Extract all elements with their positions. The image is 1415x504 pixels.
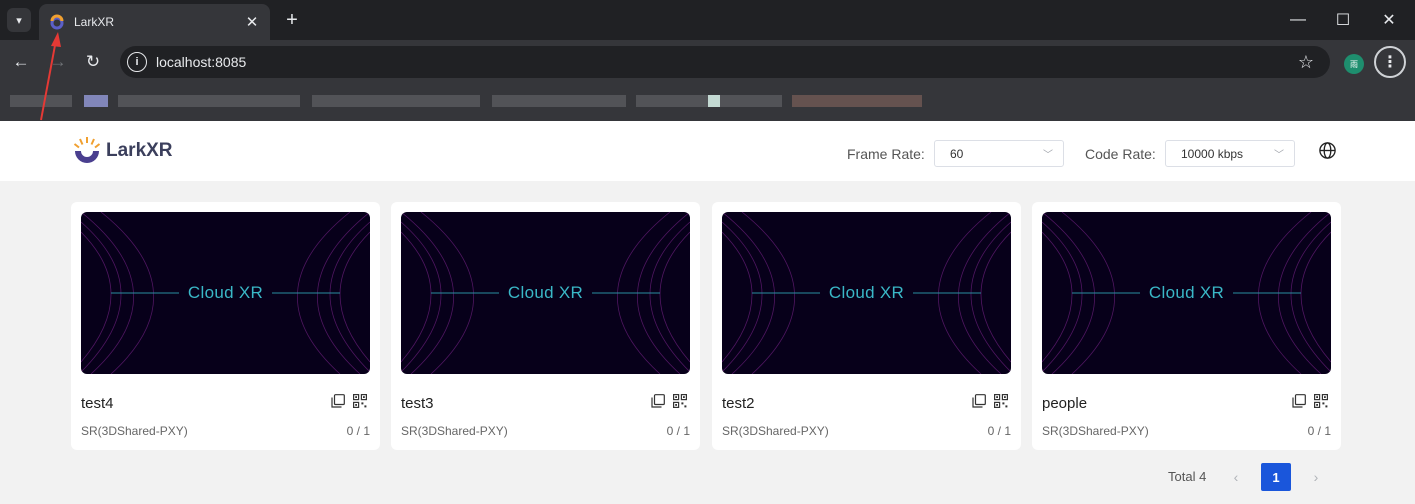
app-card[interactable]: Cloud XR test3 SR(3DShared-PXY) 0 / 1 (391, 202, 700, 450)
browser-tabstrip: ▾ LarkXR ✕ + — ☐ ✕ (0, 0, 1415, 40)
app-thumbnail[interactable]: Cloud XR (1042, 212, 1331, 374)
larkxr-favicon-icon (50, 14, 64, 30)
frame-rate-select[interactable]: 60 ﹀ (934, 140, 1064, 167)
bookmarks-bar (0, 85, 1415, 121)
thumbnail-text: Cloud XR (828, 283, 905, 302)
app-card[interactable]: Cloud XR test4 SR(3DShared-PXY) 0 / 1 (71, 202, 380, 450)
copy-icon[interactable] (1292, 394, 1306, 408)
globe-icon[interactable] (1318, 141, 1337, 160)
next-page-icon[interactable]: › (1302, 463, 1330, 491)
code-rate-label: Code Rate: (1085, 146, 1156, 162)
tab-title: LarkXR (74, 15, 115, 29)
copy-icon[interactable] (972, 394, 986, 408)
qr-code-icon[interactable] (994, 394, 1008, 408)
bookmark-item-blurred[interactable] (84, 95, 108, 107)
app-instance-count: 0 / 1 (346, 424, 370, 438)
pagination-total: Total 4 (1168, 469, 1207, 484)
address-url[interactable]: localhost:8085 (156, 54, 1298, 70)
thumbnail-text: Cloud XR (187, 283, 264, 302)
larkxr-logo-icon (73, 137, 101, 163)
prev-page-icon[interactable]: ‹ (1222, 463, 1250, 491)
chevron-down-icon: ﹀ (1274, 150, 1284, 161)
qr-code-icon[interactable] (1314, 394, 1328, 408)
browser-tab[interactable]: LarkXR ✕ (39, 4, 270, 40)
pagination-page-1[interactable]: 1 (1261, 463, 1291, 491)
app-name: people (1042, 395, 1088, 412)
new-tab-icon[interactable]: + (280, 8, 304, 32)
back-icon[interactable]: ← (9, 50, 33, 74)
app-thumbnail[interactable]: Cloud XR (401, 212, 690, 374)
code-rate-value: 10000 kbps (1181, 146, 1244, 161)
app-name: test4 (81, 395, 114, 412)
bookmark-item-blurred[interactable] (792, 95, 922, 107)
code-rate-select[interactable]: 10000 kbps ﹀ (1165, 140, 1295, 167)
app-name: test3 (401, 395, 434, 412)
tab-close-icon[interactable]: ✕ (244, 13, 260, 31)
app-subtitle: SR(3DShared-PXY) (81, 424, 188, 438)
app-name: test2 (722, 395, 755, 412)
window-close-icon[interactable]: ✕ (1366, 8, 1412, 32)
app-subtitle: SR(3DShared-PXY) (722, 424, 829, 438)
app-thumbnail[interactable]: Cloud XR (722, 212, 1011, 374)
reload-icon[interactable]: ↻ (81, 50, 105, 74)
app-header: LarkXR Frame Rate: 60 ﹀ Code Rate: 10000… (0, 121, 1415, 181)
frame-rate-value: 60 (950, 146, 964, 161)
qr-code-icon[interactable] (673, 394, 687, 408)
tab-search-icon[interactable]: ▾ (7, 8, 31, 32)
address-bar[interactable]: i localhost:8085 ☆ (120, 46, 1330, 78)
app-subtitle: SR(3DShared-PXY) (1042, 424, 1149, 438)
profile-avatar[interactable]: 雨 (1344, 54, 1364, 74)
qr-code-icon[interactable] (353, 394, 367, 408)
bookmark-item-blurred[interactable] (492, 95, 626, 107)
bookmark-item-blurred[interactable] (118, 95, 300, 107)
copy-icon[interactable] (331, 394, 345, 408)
app-instance-count: 0 / 1 (666, 424, 690, 438)
app-card[interactable]: Cloud XR people SR(3DShared-PXY) 0 / 1 (1032, 202, 1341, 450)
minimize-icon[interactable]: — (1275, 8, 1321, 32)
browser-toolbar: ← → ↻ i localhost:8085 ☆ 雨 ⋮ (0, 40, 1415, 85)
bookmark-star-icon[interactable]: ☆ (1298, 52, 1314, 73)
forward-icon[interactable]: → (46, 50, 70, 74)
app-instance-count: 0 / 1 (1307, 424, 1331, 438)
bookmark-item-blurred[interactable] (708, 95, 720, 107)
bookmark-item-blurred[interactable] (312, 95, 480, 107)
frame-rate-label: Frame Rate: (847, 146, 925, 162)
thumbnail-text: Cloud XR (1148, 283, 1225, 302)
chevron-down-icon: ﹀ (1043, 150, 1053, 161)
browser-menu-icon[interactable]: ⋮ (1374, 46, 1406, 78)
larkxr-logo: LarkXR (70, 133, 173, 169)
app-thumbnail[interactable]: Cloud XR (81, 212, 370, 374)
thumbnail-text: Cloud XR (507, 283, 584, 302)
site-info-icon[interactable]: i (127, 52, 147, 72)
maximize-icon[interactable]: ☐ (1320, 8, 1366, 32)
app-subtitle: SR(3DShared-PXY) (401, 424, 508, 438)
app-card[interactable]: Cloud XR test2 SR(3DShared-PXY) 0 / 1 (712, 202, 1021, 450)
bookmark-item-blurred[interactable] (10, 95, 72, 107)
logo-text: LarkXR (106, 140, 173, 161)
app-instance-count: 0 / 1 (987, 424, 1011, 438)
copy-icon[interactable] (651, 394, 665, 408)
